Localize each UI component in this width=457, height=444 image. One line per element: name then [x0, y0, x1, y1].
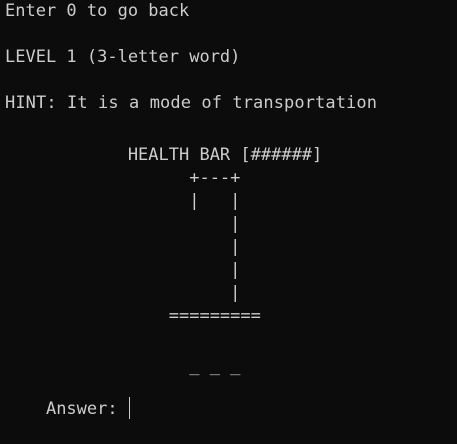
- gallows-line: +---+: [5, 168, 241, 188]
- gallows-line: |: [5, 214, 241, 234]
- gallows-line: | |: [5, 191, 241, 211]
- answer-label: Answer:: [45, 399, 128, 419]
- hangman-display: HEALTH BAR [######] +---+ | | | | | | ==…: [5, 144, 322, 328]
- gallows-line: |: [5, 260, 241, 280]
- gallows-base: =========: [5, 306, 261, 326]
- gallows-line: |: [5, 283, 241, 303]
- health-bar: HEALTH BAR [######]: [5, 145, 323, 165]
- gallows-line: |: [5, 237, 241, 257]
- text-cursor: [128, 397, 130, 419]
- hint-text: HINT: It is a mode of transportation: [5, 93, 378, 113]
- level-title: LEVEL 1 (3-letter word): [5, 47, 241, 67]
- terminal-window: Enter 0 to go back LEVEL 1 (3-letter wor…: [5, 0, 455, 419]
- answer-input-line[interactable]: Answer:: [5, 374, 130, 444]
- back-prompt: Enter 0 to go back: [5, 1, 190, 21]
